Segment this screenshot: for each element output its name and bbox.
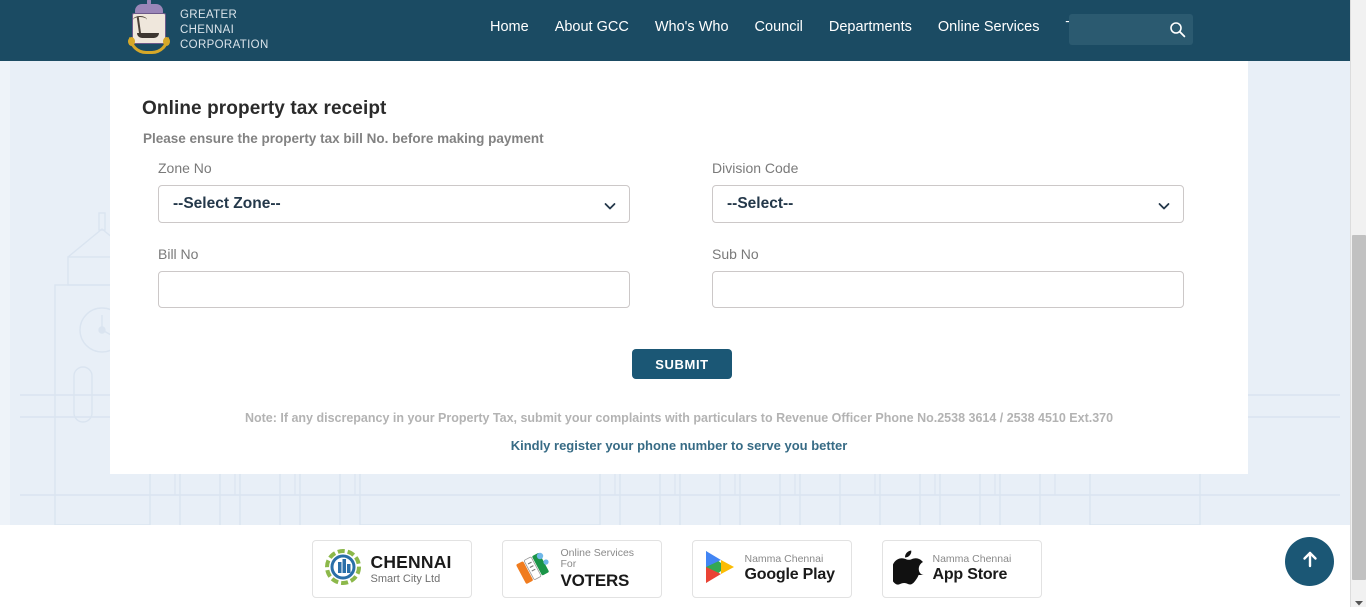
badge-google-play[interactable]: Namma Chennai Google Play bbox=[691, 540, 852, 598]
field-sub-no: Sub No bbox=[712, 246, 1184, 308]
field-zone-no: Zone No --Select Zone-- bbox=[158, 160, 630, 223]
badge-main-label: App Store bbox=[932, 565, 1008, 583]
discrepancy-note: Note: If any discrepancy in your Propert… bbox=[244, 411, 1114, 425]
site-header: GREATER CHENNAI CORPORATION Home About G… bbox=[0, 0, 1353, 61]
google-play-icon bbox=[703, 549, 737, 590]
voters-icon bbox=[513, 547, 553, 592]
badge-top-label: Namma Chennai bbox=[744, 553, 824, 566]
main-navigation: Home About GCC Who's Who Council Departm… bbox=[490, 19, 1117, 35]
nav-item-about-gcc[interactable]: About GCC bbox=[555, 19, 629, 35]
nav-item-whos-who[interactable]: Who's Who bbox=[655, 19, 729, 35]
chennai-smart-city-icon bbox=[323, 547, 363, 592]
nav-item-online-services[interactable]: Online Services bbox=[938, 19, 1040, 35]
nav-item-home[interactable]: Home bbox=[490, 19, 529, 35]
field-bill-no: Bill No bbox=[158, 246, 630, 308]
badge-list: CHENNAI Smart City Ltd Online Services F… bbox=[0, 525, 1353, 598]
submit-button[interactable]: SUBMIT bbox=[632, 349, 732, 379]
badge-text: CHENNAI Smart City Ltd bbox=[370, 552, 452, 585]
badge-chennai-smart-city[interactable]: CHENNAI Smart City Ltd bbox=[311, 540, 472, 598]
badge-top-label: Online Services For bbox=[560, 546, 635, 571]
division-code-select[interactable]: --Select-- bbox=[712, 185, 1184, 223]
scroll-down-arrow-icon[interactable] bbox=[1354, 594, 1364, 606]
apple-icon bbox=[891, 548, 925, 591]
badge-text: Namma Chennai Google Play bbox=[744, 553, 835, 584]
field-division-code: Division Code --Select-- bbox=[712, 160, 1184, 223]
search-icon[interactable] bbox=[1169, 21, 1186, 38]
brand-logo[interactable]: GREATER CHENNAI CORPORATION bbox=[128, 0, 269, 56]
badge-app-store[interactable]: Namma Chennai App Store bbox=[881, 540, 1042, 598]
page-subtitle: Please ensure the property tax bill No. … bbox=[143, 131, 544, 146]
scroll-to-top-button[interactable] bbox=[1285, 537, 1334, 586]
gcc-emblem-icon bbox=[128, 0, 170, 56]
nav-item-council[interactable]: Council bbox=[755, 19, 803, 35]
brand-line-1: GREATER bbox=[180, 8, 238, 21]
sub-no-label: Sub No bbox=[712, 246, 759, 262]
badge-online-services-voters[interactable]: Online Services For VOTERS bbox=[501, 540, 662, 598]
property-tax-receipt-card: Online property tax receipt Please ensur… bbox=[110, 56, 1248, 474]
chevron-down-icon bbox=[604, 199, 616, 211]
division-code-selected-value: --Select-- bbox=[727, 195, 794, 212]
badge-main-label: Google Play bbox=[744, 565, 835, 583]
bill-no-input[interactable] bbox=[158, 271, 630, 308]
brand-title: GREATER CHENNAI CORPORATION bbox=[180, 8, 269, 53]
zone-no-select[interactable]: --Select Zone-- bbox=[158, 185, 630, 223]
sub-no-input[interactable] bbox=[712, 271, 1184, 308]
division-code-label: Division Code bbox=[712, 160, 799, 176]
page-title: Online property tax receipt bbox=[142, 98, 387, 119]
bill-no-label: Bill No bbox=[158, 246, 199, 262]
badge-text: Namma Chennai App Store bbox=[932, 553, 1012, 584]
badge-sub-label: Smart City Ltd bbox=[370, 572, 441, 585]
footer-badges-section: CHENNAI Smart City Ltd Online Services F… bbox=[0, 525, 1353, 607]
vertical-scrollbar[interactable] bbox=[1350, 0, 1366, 607]
badge-top-label: Namma Chennai bbox=[932, 553, 1012, 566]
badge-main-label: VOTERS bbox=[560, 571, 630, 591]
register-phone-link[interactable]: Kindly register your phone number to ser… bbox=[110, 438, 1248, 453]
nav-item-departments[interactable]: Departments bbox=[829, 19, 912, 35]
badge-main-label: CHENNAI bbox=[370, 552, 452, 573]
zone-no-label: Zone No bbox=[158, 160, 212, 176]
chevron-down-icon bbox=[1158, 199, 1170, 211]
zone-no-selected-value: --Select Zone-- bbox=[173, 195, 281, 212]
scrollbar-thumb[interactable] bbox=[1352, 235, 1366, 580]
search-box[interactable] bbox=[1069, 14, 1193, 45]
badge-text: Online Services For VOTERS bbox=[560, 546, 651, 591]
page-root: GREATER CHENNAI CORPORATION Home About G… bbox=[0, 0, 1366, 607]
arrow-up-icon bbox=[1299, 548, 1321, 575]
brand-line-3: CORPORATION bbox=[180, 38, 269, 51]
brand-line-2: CHENNAI bbox=[180, 23, 235, 36]
